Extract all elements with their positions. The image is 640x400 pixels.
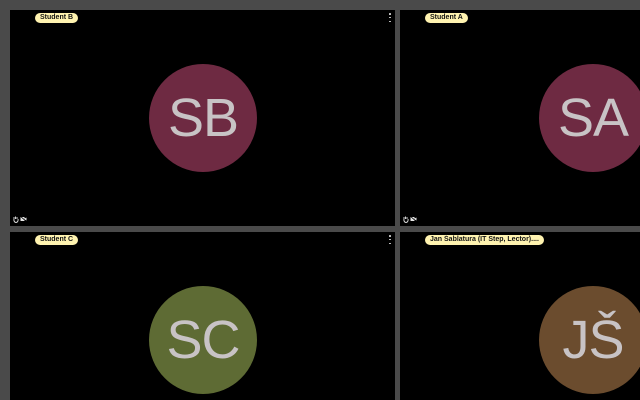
avatar-initials: SC <box>166 310 240 370</box>
avatar-initials: SB <box>167 88 239 148</box>
avatar-initials: JŠ <box>562 310 624 370</box>
participant-name-badge: Student C <box>35 235 79 245</box>
participant-name-badge: Jan Šablatura (IT Step, Lector).... <box>425 235 544 245</box>
more-options-icon[interactable] <box>388 13 392 22</box>
video-grid: Student B SB Student A SA Student C SC J… <box>0 0 640 400</box>
status-icons <box>13 215 27 223</box>
status-icons <box>403 215 417 223</box>
participant-tile-student-c[interactable]: Student C SC <box>10 232 395 400</box>
avatar: SA <box>539 64 640 172</box>
avatar-initials: SA <box>557 88 629 148</box>
avatar: SB <box>149 64 257 172</box>
more-options-icon[interactable] <box>388 235 392 244</box>
participant-tile-student-b[interactable]: Student B SB <box>10 10 395 226</box>
avatar: JŠ <box>539 286 640 394</box>
participant-tile-student-a[interactable]: Student A SA <box>400 10 640 226</box>
raise-hand-icon <box>13 216 19 223</box>
video-off-icon <box>20 216 27 222</box>
participant-tile-jan-sablatura[interactable]: Jan Šablatura (IT Step, Lector).... JŠ <box>400 232 640 400</box>
avatar: SC <box>149 286 257 394</box>
participant-name-badge: Student B <box>35 13 79 23</box>
video-off-icon <box>410 216 417 222</box>
raise-hand-icon <box>403 216 409 223</box>
participant-name-badge: Student A <box>425 13 468 23</box>
